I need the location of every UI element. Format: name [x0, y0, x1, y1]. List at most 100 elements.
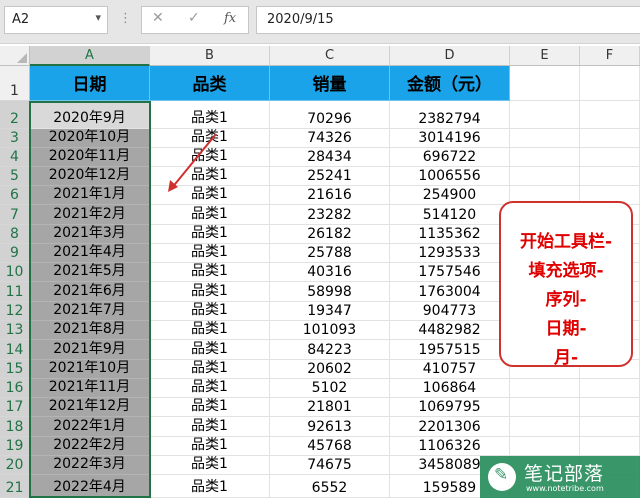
cell[interactable] — [580, 417, 640, 437]
table-cell[interactable]: 106864 — [390, 379, 510, 398]
table-cell[interactable]: 品类1 — [150, 437, 270, 456]
table-cell[interactable]: 21616 — [270, 186, 390, 205]
row-header-10[interactable]: 10 — [0, 263, 30, 282]
table-cell[interactable]: 26182 — [270, 225, 390, 244]
more-options-icon[interactable]: ⋮ — [119, 11, 132, 26]
table-cell[interactable]: 品类1 — [150, 302, 270, 321]
table-cell[interactable]: 20602 — [270, 360, 390, 379]
table-cell[interactable]: 2020年10月 — [30, 129, 150, 148]
column-header-c[interactable]: C — [270, 46, 390, 66]
cell[interactable] — [510, 379, 580, 398]
table-cell[interactable]: 品类1 — [150, 263, 270, 282]
table-cell[interactable]: 品类1 — [150, 205, 270, 225]
table-cell[interactable]: 品类1 — [150, 101, 270, 129]
table-cell[interactable]: 1763004 — [390, 282, 510, 302]
table-cell[interactable]: 6552 — [270, 475, 390, 498]
table-cell[interactable]: 品类1 — [150, 225, 270, 244]
table-cell[interactable]: 品类1 — [150, 167, 270, 186]
row-header-12[interactable]: 12 — [0, 302, 30, 321]
cell[interactable] — [580, 101, 640, 129]
cell[interactable] — [510, 167, 580, 186]
row-header-11[interactable]: 11 — [0, 282, 30, 302]
table-cell[interactable]: 品类1 — [150, 244, 270, 263]
row-header-6[interactable]: 6 — [0, 186, 30, 205]
table-cell[interactable]: 品类1 — [150, 360, 270, 379]
table-cell[interactable]: 23282 — [270, 205, 390, 225]
cell[interactable] — [580, 129, 640, 148]
table-cell[interactable]: 19347 — [270, 302, 390, 321]
table-cell[interactable]: 1006556 — [390, 167, 510, 186]
table-cell[interactable]: 74675 — [270, 456, 390, 475]
table-cell[interactable]: 1957515 — [390, 340, 510, 360]
table-cell[interactable]: 品类1 — [150, 186, 270, 205]
table-cell[interactable]: 2022年2月 — [30, 437, 150, 456]
table-cell[interactable]: 92613 — [270, 417, 390, 437]
table-cell[interactable]: 品类1 — [150, 129, 270, 148]
row-header-16[interactable]: 16 — [0, 379, 30, 398]
table-cell[interactable]: 514120 — [390, 205, 510, 225]
table-cell[interactable]: 品类1 — [150, 148, 270, 167]
table-cell[interactable]: 1106326 — [390, 437, 510, 456]
cell[interactable] — [580, 167, 640, 186]
table-cell[interactable]: 2021年10月 — [30, 360, 150, 379]
table-cell[interactable]: 25788 — [270, 244, 390, 263]
table-cell[interactable]: 40316 — [270, 263, 390, 282]
table-cell[interactable]: 1069795 — [390, 398, 510, 417]
row-header-8[interactable]: 8 — [0, 225, 30, 244]
column-header-f[interactable]: F — [580, 46, 640, 66]
row-header-3[interactable]: 3 — [0, 129, 30, 148]
table-cell[interactable]: 5102 — [270, 379, 390, 398]
table-cell[interactable]: 410757 — [390, 360, 510, 379]
enter-icon[interactable]: ✓ — [188, 10, 200, 26]
table-cell[interactable]: 101093 — [270, 321, 390, 340]
table-cell[interactable]: 45768 — [270, 437, 390, 456]
select-all-corner[interactable] — [0, 46, 30, 66]
table-cell[interactable]: 25241 — [270, 167, 390, 186]
table-cell[interactable]: 品类1 — [150, 417, 270, 437]
table-cell[interactable]: 2022年1月 — [30, 417, 150, 437]
table-cell[interactable]: 2021年12月 — [30, 398, 150, 417]
table-header-cell[interactable]: 品类 — [150, 66, 270, 101]
row-header-13[interactable]: 13 — [0, 321, 30, 340]
table-cell[interactable]: 4482982 — [390, 321, 510, 340]
table-cell[interactable]: 品类1 — [150, 456, 270, 475]
table-cell[interactable]: 2022年3月 — [30, 456, 150, 475]
row-header-21[interactable]: 21 — [0, 475, 30, 498]
column-header-b[interactable]: B — [150, 46, 270, 66]
table-cell[interactable]: 1135362 — [390, 225, 510, 244]
table-cell[interactable]: 2021年6月 — [30, 282, 150, 302]
table-cell[interactable]: 904773 — [390, 302, 510, 321]
column-header-e[interactable]: E — [510, 46, 580, 66]
row-header-4[interactable]: 4 — [0, 148, 30, 167]
table-cell[interactable]: 1757546 — [390, 263, 510, 282]
table-cell[interactable]: 254900 — [390, 186, 510, 205]
cell[interactable] — [510, 66, 580, 101]
table-cell[interactable]: 70296 — [270, 101, 390, 129]
cell[interactable] — [580, 437, 640, 456]
table-cell[interactable]: 品类1 — [150, 398, 270, 417]
cell[interactable] — [510, 437, 580, 456]
table-cell[interactable]: 2021年9月 — [30, 340, 150, 360]
table-cell[interactable]: 3014196 — [390, 129, 510, 148]
cancel-icon[interactable]: ✕ — [152, 10, 164, 26]
table-cell[interactable]: 品类1 — [150, 340, 270, 360]
chevron-down-icon[interactable]: ▾ — [95, 11, 101, 24]
table-cell[interactable]: 2382794 — [390, 101, 510, 129]
table-cell[interactable]: 2021年2月 — [30, 205, 150, 225]
table-cell[interactable]: 2020年12月 — [30, 167, 150, 186]
table-cell[interactable]: 696722 — [390, 148, 510, 167]
table-cell[interactable]: 84223 — [270, 340, 390, 360]
row-header-20[interactable]: 20 — [0, 456, 30, 475]
cell[interactable] — [510, 101, 580, 129]
cell[interactable] — [580, 148, 640, 167]
table-header-cell[interactable]: 销量 — [270, 66, 390, 101]
table-cell[interactable]: 2021年3月 — [30, 225, 150, 244]
table-cell[interactable]: 2201306 — [390, 417, 510, 437]
name-box[interactable]: A2 ▾ — [4, 6, 108, 34]
cell[interactable] — [580, 379, 640, 398]
table-cell[interactable]: 品类1 — [150, 475, 270, 498]
row-header-14[interactable]: 14 — [0, 340, 30, 360]
insert-function-icon[interactable]: fx — [224, 11, 236, 26]
table-cell[interactable]: 品类1 — [150, 379, 270, 398]
table-cell[interactable]: 74326 — [270, 129, 390, 148]
